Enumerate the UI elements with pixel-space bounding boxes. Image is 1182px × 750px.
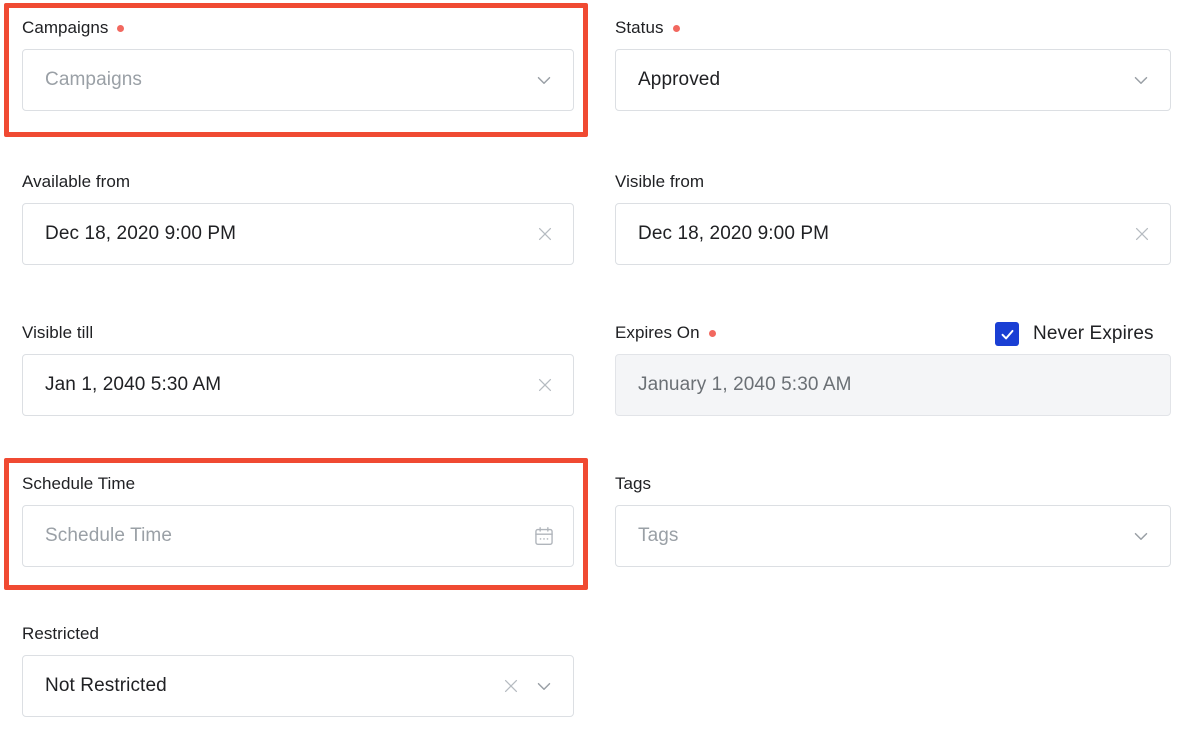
label-tags: Tags [615, 474, 1171, 494]
label-status-text: Status [615, 18, 664, 37]
campaigns-select[interactable]: Campaigns [22, 49, 574, 111]
label-expires-on-text: Expires On [615, 323, 700, 342]
field-available-from: Available from Dec 18, 2020 9:00 PM [22, 172, 574, 265]
visible-till-value: Jan 1, 2040 5:30 AM [45, 374, 222, 395]
label-visible-from-text: Visible from [615, 172, 705, 191]
label-visible-from: Visible from [615, 172, 1171, 192]
calendar-icon[interactable] [533, 525, 555, 547]
chevron-down-icon[interactable] [533, 69, 555, 91]
chevron-down-icon[interactable] [1130, 525, 1152, 547]
available-from-value: Dec 18, 2020 9:00 PM [45, 223, 237, 244]
visible-from-input[interactable]: Dec 18, 2020 9:00 PM [615, 203, 1171, 265]
label-schedule-time: Schedule Time [22, 474, 574, 494]
restricted-select-value: Not Restricted [45, 675, 167, 696]
tags-select-value: Tags [638, 525, 679, 546]
label-visible-till-text: Visible till [22, 323, 94, 342]
field-campaigns: Campaigns Campaigns [22, 18, 574, 111]
campaigns-select-value: Campaigns [45, 69, 143, 90]
chevron-down-icon[interactable] [533, 675, 555, 697]
label-available-from: Available from [22, 172, 574, 192]
field-tags: Tags Tags [615, 474, 1171, 567]
never-expires-checkbox-row[interactable]: Never Expires [995, 322, 1154, 346]
chevron-down-icon[interactable] [1130, 69, 1152, 91]
schedule-time-value: Schedule Time [45, 525, 172, 546]
expires-on-input: January 1, 2040 5:30 AM [615, 354, 1171, 416]
expires-on-value: January 1, 2040 5:30 AM [638, 374, 852, 395]
label-restricted: Restricted [22, 624, 574, 644]
status-select-value: Approved [638, 69, 721, 90]
content-metadata-form: Campaigns Campaigns Available from Dec 1… [0, 0, 1182, 750]
label-available-from-text: Available from [22, 172, 131, 191]
required-dot-icon [672, 24, 680, 32]
visible-from-value: Dec 18, 2020 9:00 PM [638, 223, 830, 244]
label-campaigns-text: Campaigns [22, 18, 109, 37]
label-visible-till: Visible till [22, 323, 574, 343]
tags-select[interactable]: Tags [615, 505, 1171, 567]
required-dot-icon [708, 329, 716, 337]
label-schedule-time-text: Schedule Time [22, 474, 136, 493]
required-dot-icon [117, 24, 125, 32]
field-schedule-time: Schedule Time Schedule Time [22, 474, 574, 567]
field-visible-till: Visible till Jan 1, 2040 5:30 AM [22, 323, 574, 416]
field-status: Status Approved [615, 18, 1171, 111]
available-from-input[interactable]: Dec 18, 2020 9:00 PM [22, 203, 574, 265]
never-expires-label: Never Expires [1033, 323, 1154, 344]
schedule-time-input[interactable]: Schedule Time [22, 505, 574, 567]
field-restricted: Restricted Not Restricted [22, 624, 574, 717]
field-visible-from: Visible from Dec 18, 2020 9:00 PM [615, 172, 1171, 265]
label-restricted-text: Restricted [22, 624, 100, 643]
never-expires-checkbox[interactable] [995, 322, 1019, 346]
restricted-select[interactable]: Not Restricted [22, 655, 574, 717]
label-campaigns: Campaigns [22, 18, 574, 38]
clear-x-icon[interactable] [535, 224, 555, 244]
visible-till-input[interactable]: Jan 1, 2040 5:30 AM [22, 354, 574, 416]
clear-x-icon[interactable] [535, 375, 555, 395]
clear-x-icon[interactable] [1132, 224, 1152, 244]
status-select[interactable]: Approved [615, 49, 1171, 111]
clear-x-icon[interactable] [501, 676, 521, 696]
check-icon [1001, 329, 1013, 339]
label-tags-text: Tags [615, 474, 652, 493]
label-status: Status [615, 18, 1171, 38]
